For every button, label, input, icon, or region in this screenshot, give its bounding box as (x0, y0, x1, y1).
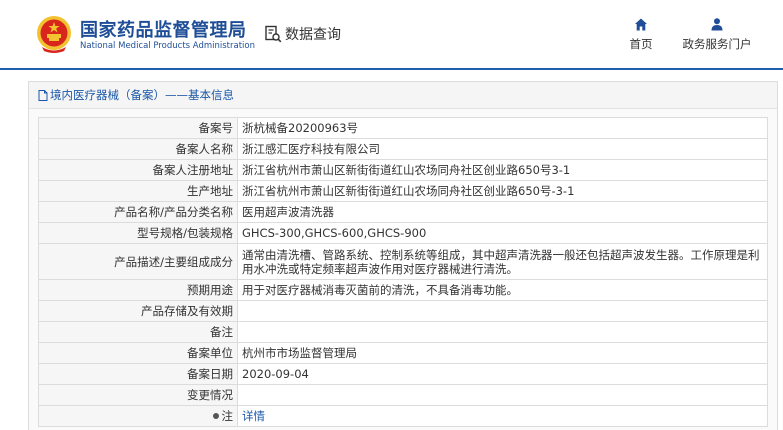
field-label: 备案号 (38, 117, 238, 139)
field-value: 用于对医疗器械消毒灭菌前的清洗，不具备消毒功能。 (237, 279, 768, 301)
field-value: 通常由清洗槽、管路系统、控制系统等组成，其中超声清洗器一般还包括超声波发生器。工… (237, 243, 768, 280)
table-row: 预期用途 用于对医疗器械消毒灭菌前的清洗，不具备消毒功能。 (38, 279, 768, 301)
note-label-cell: 注 (38, 405, 238, 427)
field-label: 产品描述/主要组成成分 (38, 243, 238, 280)
field-value (237, 384, 768, 406)
field-label: 备案人名称 (38, 138, 238, 160)
field-label: 变更情况 (38, 384, 238, 406)
field-value: 浙江省杭州市萧山区新街街道红山农场同舟社区创业路650号3-1 (237, 159, 768, 181)
field-value: 浙江省杭州市萧山区新街街道红山农场同舟社区创业路650号-3-1 (237, 180, 768, 202)
table-row: 产品名称/产品分类名称 医用超声波清洗器 (38, 201, 768, 223)
field-label: 产品存储及有效期 (38, 300, 238, 322)
field-label: 注 (221, 409, 234, 423)
field-value: 2020-09-04 (237, 363, 768, 385)
data-query-label: 数据查询 (285, 27, 341, 43)
brand-name-en: National Medical Products Administration (80, 41, 255, 51)
field-value: GHCS-300,GHCS-600,GHCS-900 (237, 222, 768, 244)
field-label: 生产地址 (38, 180, 238, 202)
field-label: 备案单位 (38, 342, 238, 364)
nav-home[interactable]: 首页 (627, 18, 655, 52)
field-label: 预期用途 (38, 279, 238, 301)
nav-service-portal-label: 政务服务门户 (682, 37, 752, 51)
nav-home-label: 首页 (629, 37, 653, 51)
field-label: 备案日期 (38, 363, 238, 385)
pin-icon (212, 413, 219, 419)
field-value: 浙江感汇医疗科技有限公司 (237, 138, 768, 160)
panel-header: 境内医疗器械（备案）——基本信息 (29, 82, 777, 109)
document-search-icon (265, 25, 282, 43)
field-label: 备注 (38, 321, 238, 343)
field-label: 备案人注册地址 (38, 159, 238, 181)
table-row: 备案人名称 浙江感汇医疗科技有限公司 (38, 138, 768, 160)
table-row: 备案日期 2020-09-04 (38, 363, 768, 385)
national-emblem-icon (37, 16, 71, 53)
nav-service-portal[interactable]: 政务服务门户 (679, 18, 755, 52)
table-row: 备案号 浙杭械备20200963号 (38, 117, 768, 139)
table-row: 备案人注册地址 浙江省杭州市萧山区新街街道红山农场同舟社区创业路650号3-1 (38, 159, 768, 181)
table-row: 产品描述/主要组成成分 通常由清洗槽、管路系统、控制系统等组成，其中超声清洗器一… (38, 243, 768, 280)
table-row: 变更情况 (38, 384, 768, 406)
record-table: 备案号 浙杭械备20200963号 备案人名称 浙江感汇医疗科技有限公司 备案人… (38, 117, 768, 427)
field-value: 医用超声波清洗器 (237, 201, 768, 223)
table-row: 注 详情 (38, 405, 768, 427)
data-query-link[interactable]: 数据查询 (264, 24, 341, 44)
site-header: 国家药品监督管理局 National Medical Products Admi… (0, 0, 783, 68)
field-value: 详情 (237, 405, 768, 427)
table-row: 备案单位 杭州市市场监督管理局 (38, 342, 768, 364)
document-icon (38, 89, 48, 101)
user-icon (711, 18, 723, 31)
field-value (237, 300, 768, 322)
table-row: 备注 (38, 321, 768, 343)
home-icon (635, 18, 647, 31)
details-link[interactable]: 详情 (242, 409, 265, 423)
device-info-panel: 境内医疗器械（备案）——基本信息 备案号 浙杭械备20200963号 备案人名称… (28, 81, 778, 430)
brand-name-cn: 国家药品监督管理局 (80, 20, 247, 41)
table-row: 产品存储及有效期 (38, 300, 768, 322)
field-label: 产品名称/产品分类名称 (38, 201, 238, 223)
field-label: 型号规格/包装规格 (38, 222, 238, 244)
table-row: 生产地址 浙江省杭州市萧山区新街街道红山农场同舟社区创业路650号-3-1 (38, 180, 768, 202)
field-value: 浙杭械备20200963号 (237, 117, 768, 139)
header-divider (0, 68, 783, 70)
table-row: 型号规格/包装规格 GHCS-300,GHCS-600,GHCS-900 (38, 222, 768, 244)
field-value (237, 321, 768, 343)
panel-title: 境内医疗器械（备案）——基本信息 (50, 88, 234, 102)
field-value: 杭州市市场监督管理局 (237, 342, 768, 364)
